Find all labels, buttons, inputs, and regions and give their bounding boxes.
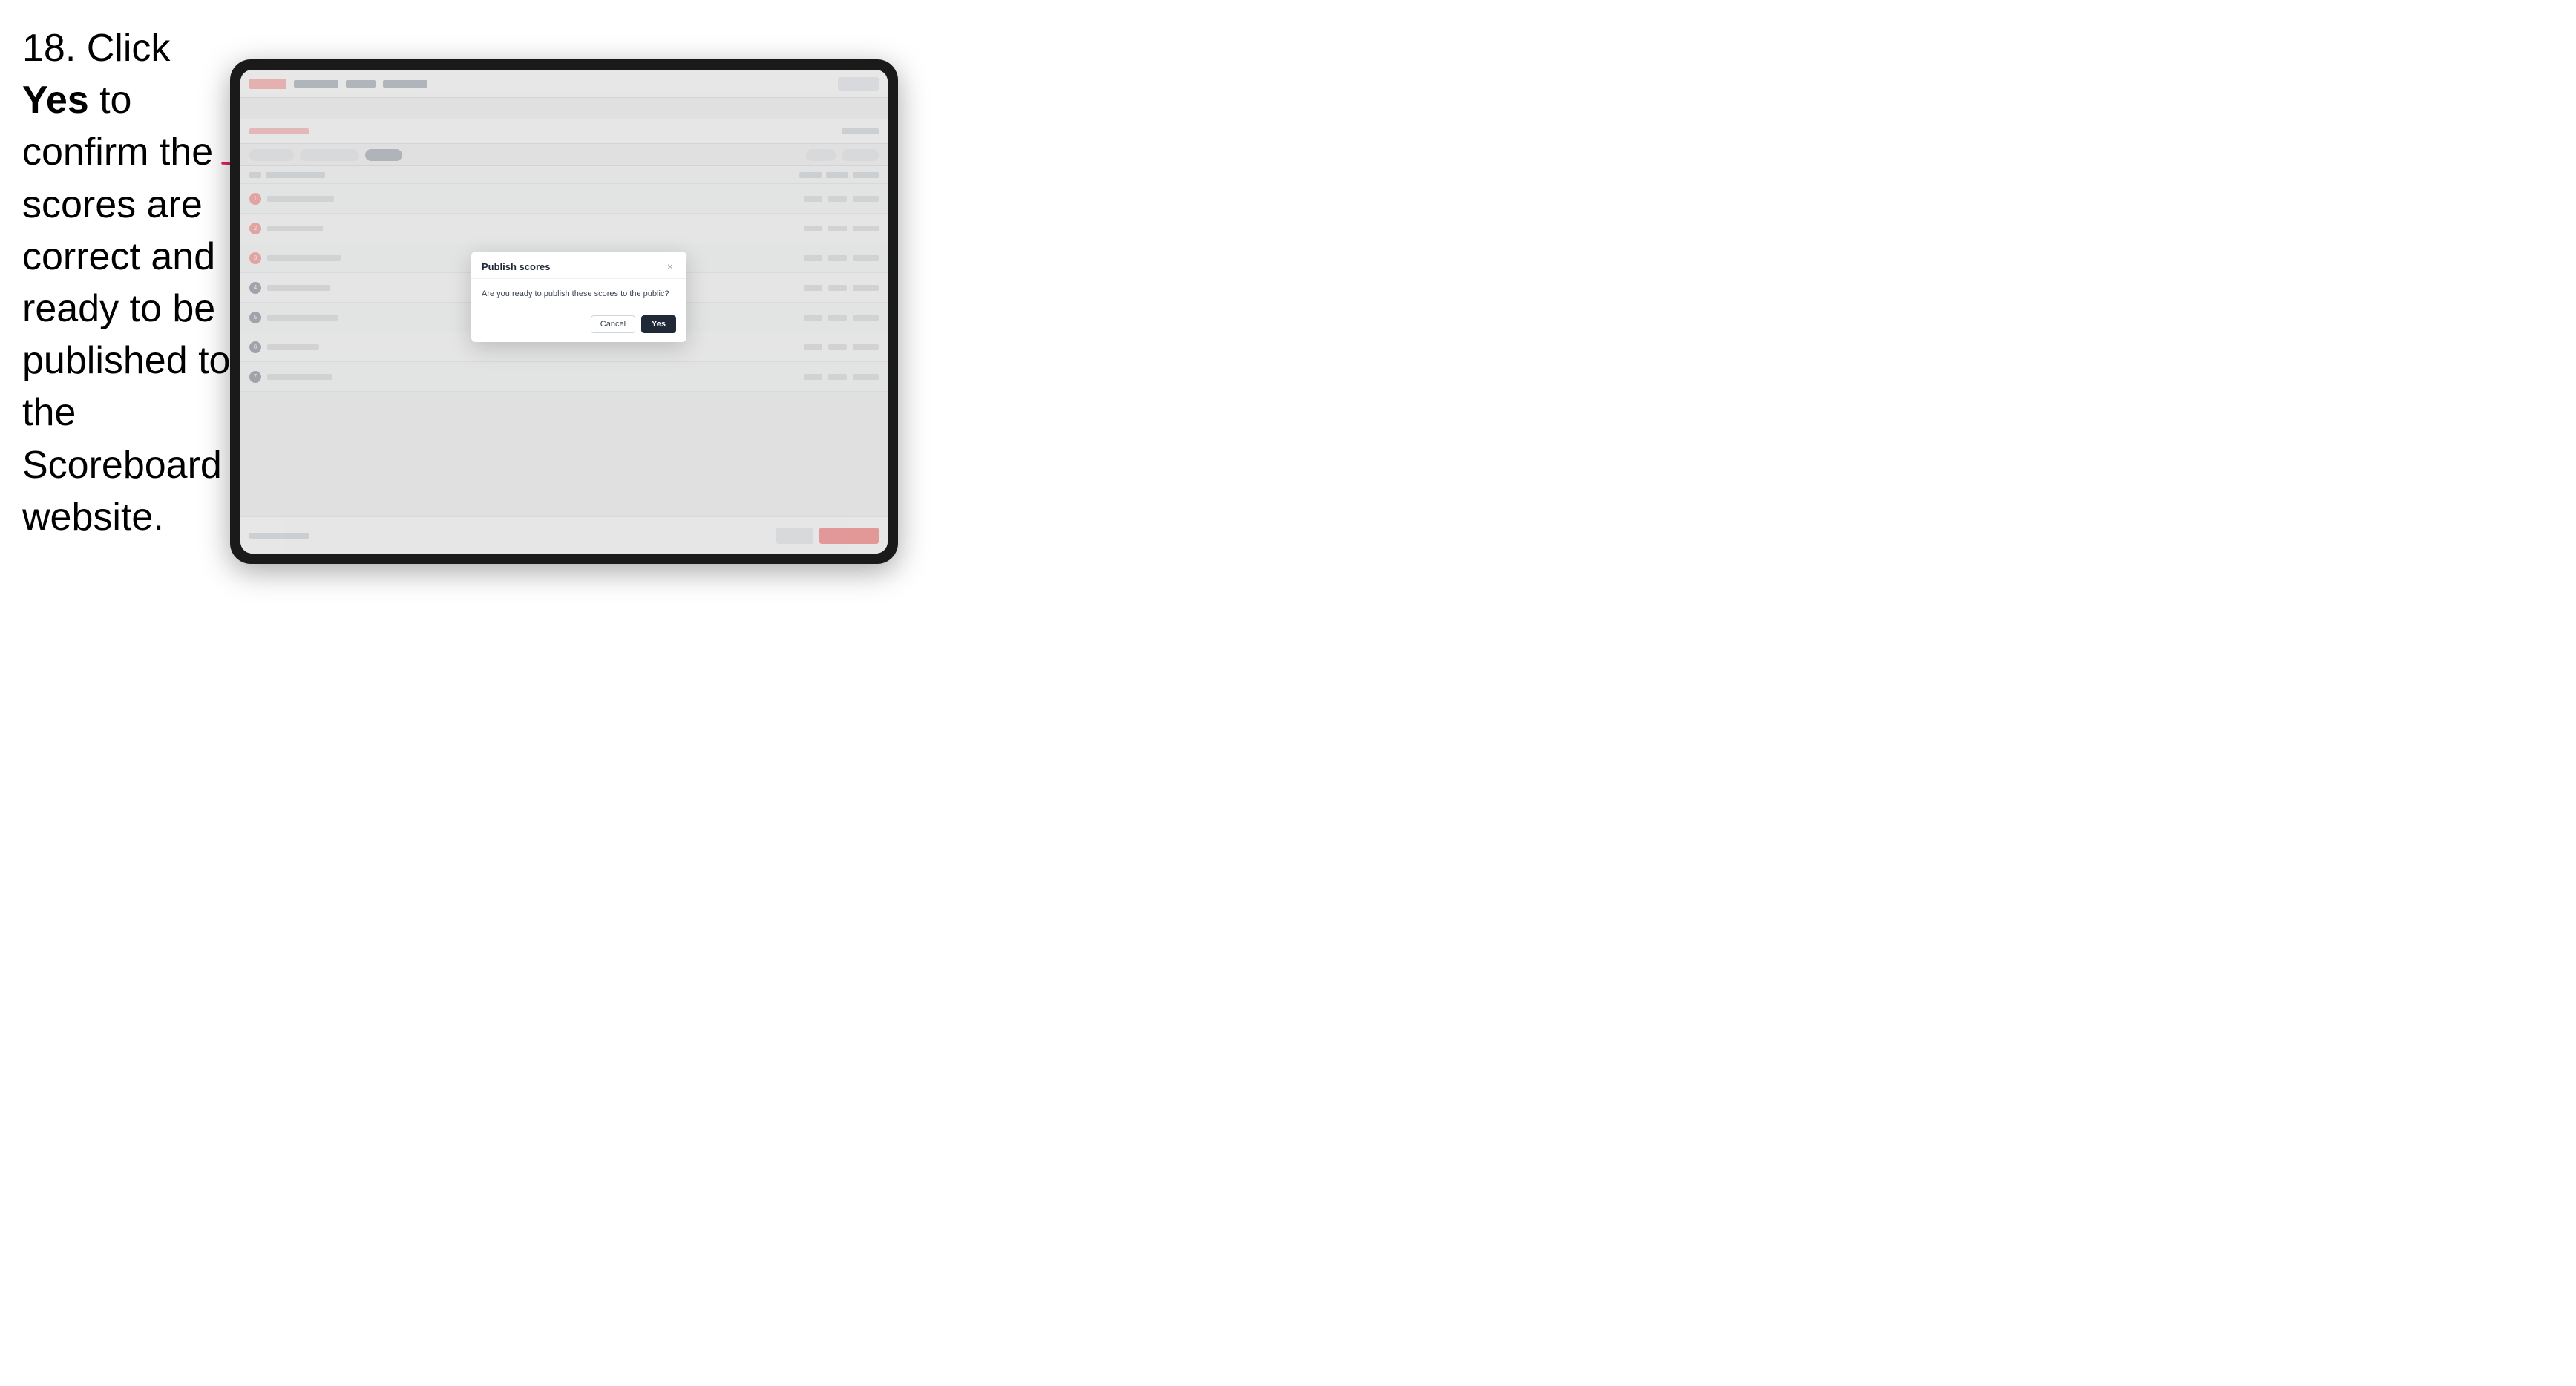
modal-message: Are you ready to publish these scores to… bbox=[482, 288, 676, 300]
tablet-screen: 1 2 3 bbox=[240, 70, 888, 554]
text-before-bold: Click bbox=[76, 27, 170, 70]
publish-scores-modal: Publish scores × Are you ready to publis… bbox=[471, 252, 686, 342]
yes-button[interactable]: Yes bbox=[641, 315, 676, 333]
modal-footer: Cancel Yes bbox=[471, 309, 686, 342]
modal-overlay: Publish scores × Are you ready to publis… bbox=[240, 70, 888, 554]
modal-title: Publish scores bbox=[482, 261, 550, 272]
step-number: 18. bbox=[22, 27, 76, 70]
modal-header: Publish scores × bbox=[471, 252, 686, 279]
instruction-text: 18. Click Yes to confirm the scores are … bbox=[22, 22, 237, 543]
cancel-button[interactable]: Cancel bbox=[591, 315, 635, 333]
modal-close-button[interactable]: × bbox=[664, 260, 676, 272]
modal-body: Are you ready to publish these scores to… bbox=[471, 279, 686, 309]
bold-word: Yes bbox=[22, 79, 89, 122]
tablet-device: 1 2 3 bbox=[230, 59, 898, 564]
